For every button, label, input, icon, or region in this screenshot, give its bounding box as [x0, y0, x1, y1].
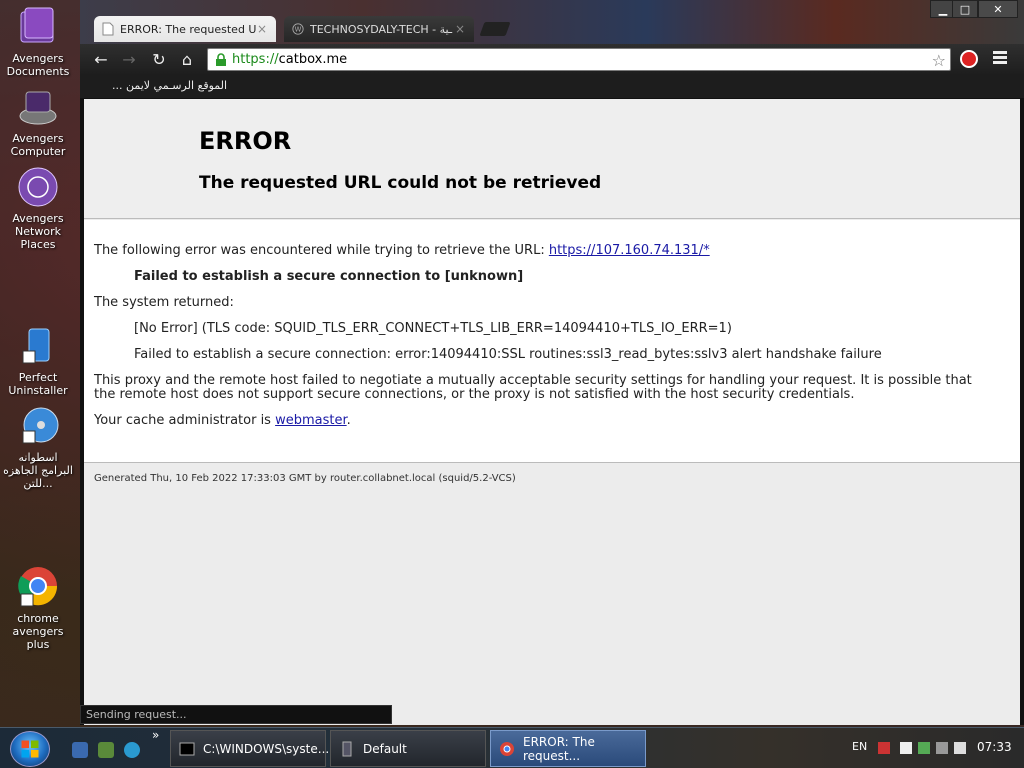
- page-title: ERROR: [199, 127, 292, 155]
- forward-button[interactable]: →: [118, 49, 140, 69]
- chrome-icon: [500, 741, 514, 756]
- tab-close-icon[interactable]: ×: [256, 22, 268, 36]
- taskbar-item-default[interactable]: Default: [330, 730, 486, 767]
- taskbar: » C:\WINDOWS\syste... Default ERROR: The…: [0, 727, 1024, 768]
- error-explanation: This proxy and the remote host failed to…: [94, 373, 972, 402]
- language-indicator[interactable]: EN: [852, 740, 867, 753]
- task-label: Default: [363, 741, 407, 756]
- tray-network-icon[interactable]: [900, 742, 912, 754]
- desktop-icon-perfect-uninstaller[interactable]: Perfect Uninstaller: [2, 325, 74, 397]
- error-body: The following error was encountered whil…: [84, 220, 1020, 463]
- quicklaunch-explorer-icon[interactable]: [72, 742, 88, 758]
- bookmark-star-icon[interactable]: ☆: [932, 51, 946, 70]
- clock[interactable]: 07:33: [977, 740, 1012, 754]
- tray-device-icon[interactable]: [936, 742, 948, 754]
- url-scheme: https://: [232, 52, 279, 67]
- taskbar-item-cmd[interactable]: C:\WINDOWS\syste...: [170, 730, 330, 767]
- error-detail-tls: [No Error] (TLS code: SQUID_TLS_ERR_CONN…: [134, 321, 732, 336]
- system-returned-label: The system returned:: [94, 295, 234, 310]
- desktop-icon-label: Avengers Computer: [10, 132, 66, 158]
- reload-button[interactable]: ↻: [148, 49, 170, 69]
- desktop-icon-avengers-documents[interactable]: Avengers Documents: [2, 6, 74, 78]
- task-label: C:\WINDOWS\syste...: [203, 741, 330, 756]
- wordpress-icon: W: [292, 23, 304, 35]
- desktop-icon-software-disc[interactable]: اسطوانه البرامج الجاهزه للتن...: [2, 405, 74, 490]
- desktop-icon-label: Avengers Documents: [6, 52, 70, 78]
- admin-suffix: .: [346, 413, 351, 428]
- desktop-icon-label: Avengers Network Places: [12, 212, 64, 251]
- url-text[interactable]: https://catbox.me: [232, 52, 347, 67]
- lock-icon: [216, 52, 226, 66]
- page-content: ERROR The requested URL could not be ret…: [84, 99, 1020, 725]
- start-button[interactable]: [10, 731, 50, 767]
- new-tab-button[interactable]: [479, 22, 511, 36]
- tab-close-icon[interactable]: ×: [454, 22, 466, 36]
- tab-strip: ERROR: The requested URL × W TECHNOSYDAL…: [80, 0, 1024, 44]
- svg-text:W: W: [295, 26, 302, 34]
- quicklaunch-ie-icon[interactable]: [124, 742, 140, 758]
- desktop-icon-avengers-network[interactable]: Avengers Network Places: [2, 166, 74, 251]
- chrome-icon: [18, 567, 58, 607]
- webmaster-link[interactable]: webmaster: [275, 413, 347, 428]
- bookmark-item[interactable]: الموقع الرسـمي لايمن ...: [112, 79, 227, 92]
- desktop-icon-avengers-computer[interactable]: Avengers Computer: [2, 86, 74, 158]
- desktop-icon-label: اسطوانه البرامج الجاهزه للتن...: [3, 451, 73, 490]
- browser-window: ERROR: The requested URL × W TECHNOSYDAL…: [80, 0, 1024, 725]
- menu-icon[interactable]: [993, 51, 1007, 65]
- extension-icon[interactable]: [960, 50, 978, 68]
- admin-text: Your cache administrator is webmaster.: [94, 414, 994, 428]
- task-label: ERROR: The request...: [523, 734, 595, 763]
- windows-logo-icon: [21, 740, 39, 758]
- page-subtitle: The requested URL could not be retrieved: [199, 173, 602, 193]
- error-header: ERROR The requested URL could not be ret…: [84, 99, 1020, 219]
- folder-icon: [20, 7, 54, 43]
- error-detail-ssl: Failed to establish a secure connection:…: [134, 347, 882, 362]
- arrow-right-icon: →: [122, 49, 136, 69]
- error-footer: Generated Thu, 10 Feb 2022 17:33:03 GMT …: [94, 473, 516, 484]
- tab-title: ERROR: The requested URL: [120, 22, 256, 36]
- address-bar[interactable]: https://catbox.me ☆: [207, 48, 951, 71]
- desktop-icon-label: Perfect Uninstaller: [8, 371, 68, 397]
- tray-security-icon[interactable]: [918, 742, 930, 754]
- tab-error-page[interactable]: ERROR: The requested URL ×: [94, 16, 276, 42]
- globe-icon: [18, 167, 58, 207]
- home-button[interactable]: ⌂: [176, 49, 198, 69]
- back-button[interactable]: ←: [90, 49, 112, 69]
- requested-url-link[interactable]: https://107.160.74.131/*: [549, 243, 710, 258]
- quicklaunch-media-icon[interactable]: [98, 742, 114, 758]
- cmd-icon: [179, 742, 195, 755]
- tray-app-icon[interactable]: [878, 742, 890, 754]
- desktop-icon-label: chrome avengers plus: [12, 612, 64, 651]
- desktop-icon-chrome[interactable]: chrome avengers plus: [2, 566, 74, 651]
- reload-icon: ↻: [152, 49, 166, 69]
- status-bubble: Sending request...: [80, 705, 392, 724]
- error-message: Failed to establish a secure connection …: [134, 269, 524, 284]
- intro-label: The following error was encountered whil…: [94, 243, 549, 258]
- tab-title: TECHNOSYDALY-TECH - ـية: [310, 22, 453, 36]
- intro-text: The following error was encountered whil…: [94, 244, 994, 258]
- home-icon: ⌂: [181, 49, 193, 69]
- window-icon: [342, 741, 352, 756]
- close-window-button[interactable]: ✕: [978, 0, 1018, 18]
- computer-icon: [19, 91, 57, 125]
- tray-volume-icon[interactable]: [954, 742, 966, 754]
- recycle-bin-icon: [22, 328, 50, 364]
- taskbar-item-chrome[interactable]: ERROR: The request...: [490, 730, 646, 767]
- maximize-button[interactable]: □: [952, 0, 978, 18]
- tab-technosydaly[interactable]: W TECHNOSYDALY-TECH - ـية ×: [284, 16, 474, 42]
- bookmarks-bar: الموقع الرسـمي لايمن ...: [80, 74, 1024, 98]
- arrow-left-icon: ←: [94, 49, 108, 69]
- url-host: catbox.me: [278, 52, 348, 67]
- quicklaunch-overflow-icon[interactable]: »: [152, 728, 159, 742]
- disc-icon: [22, 407, 59, 444]
- page-icon: [102, 22, 114, 36]
- admin-prefix: Your cache administrator is: [94, 413, 276, 428]
- browser-toolbar: ← → ↻ ⌂ https://catbox.me ☆: [80, 44, 1024, 74]
